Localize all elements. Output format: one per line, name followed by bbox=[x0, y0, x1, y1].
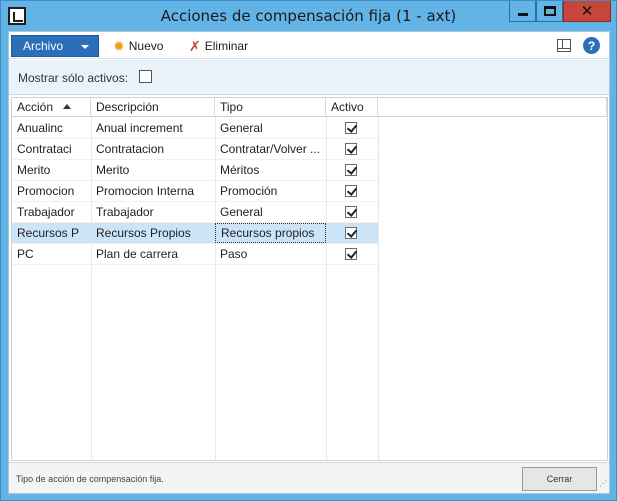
table-row[interactable]: Merito Merito Méritos bbox=[12, 160, 378, 181]
new-button[interactable]: ✹ Nuevo bbox=[113, 38, 163, 54]
maximize-icon bbox=[543, 6, 556, 16]
close-icon: ✕ bbox=[580, 1, 594, 20]
close-window-button[interactable]: ✕ bbox=[563, 1, 611, 22]
layout-icon[interactable] bbox=[557, 39, 571, 52]
action-pane: Archivo ✹ Nuevo ✗ Eliminar ? bbox=[9, 32, 609, 59]
status-bar: Tipo de acción de compensación fija. Cer… bbox=[9, 462, 609, 493]
active-only-checkbox[interactable] bbox=[139, 70, 152, 83]
sort-ascending-icon bbox=[63, 104, 72, 109]
delete-label: Eliminar bbox=[204, 39, 249, 53]
active-only-label: Mostrar sólo activos: bbox=[18, 71, 129, 85]
cell-descripcion[interactable]: Plan de carrera bbox=[91, 244, 215, 264]
actions-grid: Acción Descripción Tipo Activo Anualinc … bbox=[11, 97, 608, 461]
table-row[interactable]: Trabajador Trabajador General bbox=[12, 202, 378, 223]
cell-descripcion[interactable]: Contratacion bbox=[91, 139, 215, 159]
cell-descripcion[interactable]: Promocion Interna bbox=[91, 181, 215, 201]
column-header-descripcion[interactable]: Descripción bbox=[91, 98, 215, 117]
minimize-button[interactable] bbox=[509, 1, 536, 22]
chevron-down-icon bbox=[81, 45, 89, 49]
table-row[interactable]: Contrataci Contratacion Contratar/Volver… bbox=[12, 139, 378, 160]
cell-accion[interactable]: PC bbox=[12, 244, 91, 264]
activo-checkbox[interactable] bbox=[345, 122, 357, 134]
new-label: Nuevo bbox=[128, 39, 164, 53]
delete-button[interactable]: ✗ Eliminar bbox=[189, 38, 248, 54]
cell-accion[interactable]: Trabajador bbox=[12, 202, 91, 222]
minimize-icon bbox=[517, 12, 528, 16]
column-header-tipo[interactable]: Tipo bbox=[215, 98, 326, 117]
help-icon[interactable]: ? bbox=[583, 37, 600, 54]
activo-checkbox[interactable] bbox=[345, 206, 357, 218]
client-area: Archivo ✹ Nuevo ✗ Eliminar ? Mostrar sól… bbox=[8, 31, 610, 494]
activo-checkbox[interactable] bbox=[345, 164, 357, 176]
cell-descripcion[interactable]: Recursos Propios bbox=[91, 223, 215, 243]
cell-tipo[interactable]: Contratar/Volver ... bbox=[215, 139, 326, 159]
archivo-menu-button[interactable]: Archivo bbox=[11, 35, 99, 57]
cell-descripcion[interactable]: Trabajador bbox=[91, 202, 215, 222]
table-row[interactable]: Anualinc Anual increment General bbox=[12, 118, 378, 139]
maximize-button[interactable] bbox=[536, 1, 563, 22]
activo-checkbox[interactable] bbox=[345, 248, 357, 260]
table-row[interactable]: PC Plan de carrera Paso bbox=[12, 244, 378, 265]
column-header-accion[interactable]: Acción bbox=[12, 98, 91, 117]
resize-grip-icon[interactable]: ⋰ bbox=[599, 480, 607, 490]
cerrar-button[interactable]: Cerrar bbox=[522, 467, 597, 491]
column-divider bbox=[378, 117, 379, 460]
cell-tipo[interactable]: General bbox=[215, 202, 326, 222]
cell-accion[interactable]: Merito bbox=[12, 160, 91, 180]
cell-tipo[interactable]: General bbox=[215, 118, 326, 138]
grid-header: Acción Descripción Tipo Activo bbox=[12, 98, 607, 117]
column-header-activo[interactable]: Activo bbox=[326, 98, 378, 117]
table-row-selected[interactable]: Recursos P Recursos Propios Recursos pro… bbox=[12, 223, 378, 244]
cell-tipo[interactable]: Promoción bbox=[215, 181, 326, 201]
column-header-filler bbox=[378, 98, 607, 117]
delete-x-icon: ✗ bbox=[189, 38, 201, 54]
status-text: Tipo de acción de compensación fija. bbox=[16, 474, 164, 484]
activo-checkbox[interactable] bbox=[345, 227, 357, 239]
cell-tipo[interactable]: Méritos bbox=[215, 160, 326, 180]
table-row[interactable]: Promocion Promocion Interna Promoción bbox=[12, 181, 378, 202]
cell-tipo-focused[interactable]: Recursos propios bbox=[215, 223, 326, 243]
activo-checkbox[interactable] bbox=[345, 143, 357, 155]
archivo-label: Archivo bbox=[23, 39, 64, 53]
dialog-window: Acciones de compensación fija (1 - axt) … bbox=[0, 0, 617, 501]
cell-tipo[interactable]: Paso bbox=[215, 244, 326, 264]
cell-accion[interactable]: Recursos P bbox=[12, 223, 91, 243]
cell-descripcion[interactable]: Merito bbox=[91, 160, 215, 180]
cell-accion[interactable]: Anualinc bbox=[12, 118, 91, 138]
activo-checkbox[interactable] bbox=[345, 185, 357, 197]
new-star-icon: ✹ bbox=[113, 38, 125, 54]
filter-bar: Mostrar sólo activos: bbox=[9, 60, 609, 95]
title-bar[interactable]: Acciones de compensación fija (1 - axt) … bbox=[1, 1, 616, 31]
cell-descripcion[interactable]: Anual increment bbox=[91, 118, 215, 138]
cell-accion[interactable]: Contrataci bbox=[12, 139, 91, 159]
cell-accion[interactable]: Promocion bbox=[12, 181, 91, 201]
